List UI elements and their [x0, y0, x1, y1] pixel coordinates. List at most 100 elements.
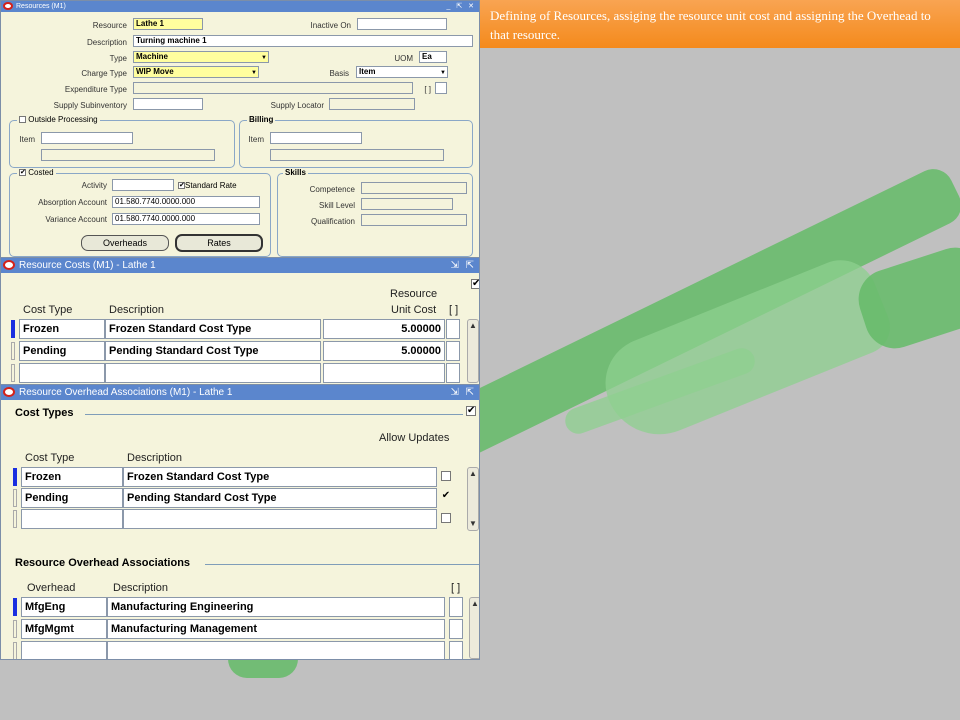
caption-text: Defining of Resources, assiging the reso… [490, 8, 931, 42]
row-indicator[interactable] [13, 620, 17, 638]
assoc-row3-flex[interactable] [449, 641, 463, 659]
row-indicator[interactable] [13, 468, 17, 486]
oa-row1-allow-updates-checkbox[interactable] [441, 471, 451, 481]
rc-row3-flex[interactable] [446, 363, 460, 383]
assoc-row2-description[interactable]: Manufacturing Management [107, 619, 445, 639]
scroll-up-icon[interactable]: ▲ [469, 322, 477, 330]
supply-locator-label: Supply Locator [270, 101, 324, 110]
outside-processing-checkbox[interactable] [19, 116, 26, 124]
outside-processing-title[interactable]: Outside Processing [17, 115, 100, 124]
rc-row1-flex[interactable] [446, 319, 460, 339]
oa-scrollbar[interactable]: ▲ ▼ [467, 467, 479, 531]
rc-row1-unit-cost[interactable]: 5.00000 [323, 319, 445, 339]
rates-button[interactable]: Rates [175, 234, 263, 252]
oa-row3-allow-updates-checkbox[interactable] [441, 513, 451, 523]
rc-row2-description[interactable]: Pending Standard Cost Type [105, 341, 321, 361]
rc-row3-cost-type[interactable] [19, 363, 105, 383]
row-indicator[interactable] [13, 642, 17, 659]
rc-header-cost-type: Cost Type [23, 304, 73, 316]
basis-value: Item [359, 67, 376, 76]
qualification-field[interactable] [361, 214, 467, 226]
skill-level-field[interactable] [361, 198, 453, 210]
resources-titlebar[interactable]: Resources (M1) _ ⇱ ✕ [1, 1, 479, 12]
standard-rate-checkbox[interactable]: ✔ [178, 182, 185, 190]
assoc-row2-overhead[interactable]: MfgMgmt [21, 619, 107, 639]
inactive-on-field[interactable] [357, 18, 447, 30]
oa-row1-description[interactable]: Frozen Standard Cost Type [123, 467, 437, 487]
expenditure-type-field[interactable] [133, 82, 413, 94]
oa-row3-cost-type[interactable] [21, 509, 123, 529]
supply-locator-field[interactable] [329, 98, 415, 110]
op-item-field[interactable] [41, 132, 133, 144]
assoc-row1-flex[interactable] [449, 597, 463, 617]
assoc-row2-flex[interactable] [449, 619, 463, 639]
op-item-label: Item [19, 135, 35, 144]
costed-checkbox[interactable]: ✔ [19, 169, 26, 177]
rc-scrollbar[interactable]: ▲ [467, 319, 479, 383]
charge-type-select[interactable]: WIP Move ▼ [133, 66, 259, 78]
oa-row3-description[interactable] [123, 509, 437, 529]
rc-row1-cost-type[interactable]: Frozen [19, 319, 105, 339]
activity-field[interactable] [112, 179, 174, 191]
assoc-scrollbar[interactable]: ▲ [469, 597, 479, 659]
charge-type-label: Charge Type [81, 69, 127, 78]
flex-field[interactable] [435, 82, 447, 94]
oa-row1-cost-type[interactable]: Frozen [21, 467, 123, 487]
resources-window: Resources (M1) _ ⇱ ✕ Resource Lathe 1 In… [0, 0, 480, 258]
resource-costs-titlebar[interactable]: Resource Costs (M1) - Lathe 1 ⇲ ⇱ [1, 258, 479, 273]
resource-costs-title: Resource Costs (M1) - Lathe 1 [19, 260, 156, 271]
rc-row3-unit-cost[interactable] [323, 363, 445, 383]
supply-subinventory-label: Supply Subinventory [53, 101, 127, 110]
window-controls[interactable]: _ ⇱ ✕ [446, 1, 476, 12]
oa-row2-allow-updates-checkbox[interactable]: ✔ [441, 491, 451, 502]
charge-type-value: WIP Move [136, 67, 174, 76]
oa-row2-cost-type[interactable]: Pending [21, 488, 123, 508]
standard-rate-control[interactable]: ✔Standard Rate [178, 181, 237, 190]
rc-row2-unit-cost[interactable]: 5.00000 [323, 341, 445, 361]
supply-subinventory-field[interactable] [133, 98, 203, 110]
activity-label: Activity [81, 181, 107, 190]
type-select[interactable]: Machine ▼ [133, 51, 269, 63]
assoc-divider [205, 564, 479, 565]
overheads-button[interactable]: Overheads [81, 235, 169, 251]
rc-row2-cost-type[interactable]: Pending [19, 341, 105, 361]
description-field[interactable]: Turning machine 1 [133, 35, 473, 47]
row-indicator[interactable] [13, 510, 17, 528]
oa-header-overhead: Overhead [27, 582, 76, 594]
row-indicator[interactable] [11, 320, 15, 338]
rc-row2-flex[interactable] [446, 341, 460, 361]
rc-row3-description[interactable] [105, 363, 321, 383]
row-indicator[interactable] [13, 489, 17, 507]
standard-rate-label: Standard Rate [185, 181, 237, 190]
resource-costs-window: Resource Costs (M1) - Lathe 1 ⇲ ⇱ ✔ Reso… [0, 257, 480, 385]
oa-row2-description[interactable]: Pending Standard Cost Type [123, 488, 437, 508]
assoc-row1-description[interactable]: Manufacturing Engineering [107, 597, 445, 617]
scroll-up-icon[interactable]: ▲ [469, 470, 477, 478]
resource-field[interactable]: Lathe 1 [133, 18, 203, 30]
competence-field[interactable] [361, 182, 467, 194]
window-controls[interactable]: ⇲ ⇱ [450, 258, 476, 273]
dropdown-arrow-icon: ▼ [261, 55, 267, 61]
scroll-up-icon[interactable]: ▲ [471, 600, 479, 608]
costed-title[interactable]: ✔ Costed [17, 168, 56, 177]
variance-account-field[interactable]: 01.580.7740.0000.000 [112, 213, 260, 225]
row-indicator[interactable] [13, 598, 17, 616]
uom-field[interactable]: Ea [419, 51, 447, 63]
billing-item-field[interactable] [270, 132, 362, 144]
basis-select[interactable]: Item ▼ [356, 66, 448, 78]
expenditure-type-label: Expenditure Type [64, 85, 127, 94]
oracle-logo-icon [3, 2, 13, 10]
assoc-row3-overhead[interactable] [21, 641, 107, 659]
window-controls[interactable]: ⇲ ⇱ [450, 385, 476, 400]
assoc-row3-description[interactable] [107, 641, 445, 659]
row-indicator[interactable] [11, 342, 15, 360]
row-indicator[interactable] [11, 364, 15, 382]
oa-header-assoc-description: Description [113, 582, 169, 594]
scroll-down-icon[interactable]: ▼ [469, 520, 477, 528]
rc-header-unit-cost-1: Resource [390, 288, 438, 300]
overhead-assoc-titlebar[interactable]: Resource Overhead Associations (M1) - La… [1, 385, 479, 400]
type-label: Type [109, 54, 127, 63]
absorption-account-field[interactable]: 01.580.7740.0000.000 [112, 196, 260, 208]
rc-row1-description[interactable]: Frozen Standard Cost Type [105, 319, 321, 339]
assoc-row1-overhead[interactable]: MfgEng [21, 597, 107, 617]
